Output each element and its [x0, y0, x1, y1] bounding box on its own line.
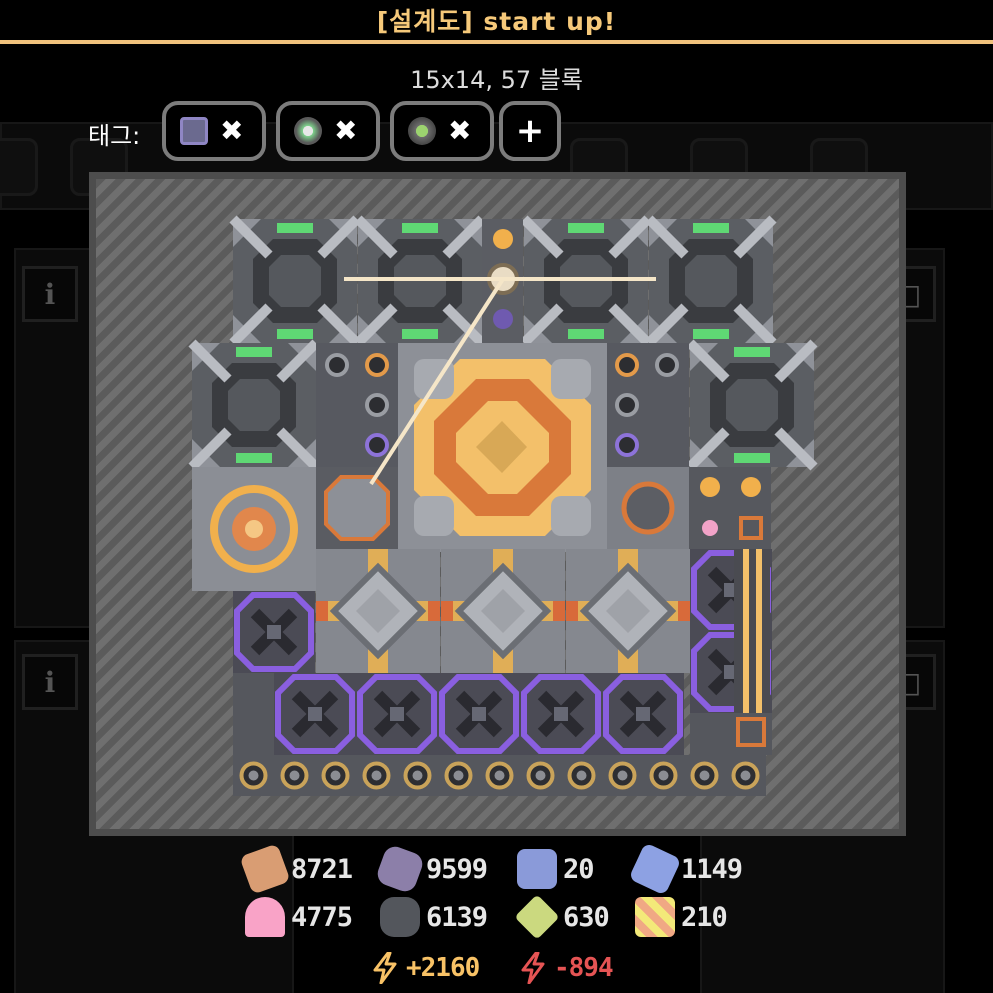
schematic-title: [설계도] start up! [376, 7, 617, 36]
schematic-size-info: 15x14, 57 블록 [410, 66, 583, 94]
schematic-image [96, 179, 899, 798]
plastanium-icon [514, 894, 560, 940]
background-slot [0, 138, 38, 196]
tag-chip[interactable]: ✖ [390, 101, 494, 161]
remove-tag-icon[interactable]: ✖ [334, 117, 357, 145]
requirement-value: 210 [681, 901, 728, 933]
requirement-value: 4775 [291, 901, 353, 933]
unit-icon [294, 117, 322, 145]
info-icon: i [22, 654, 78, 710]
remove-tag-icon[interactable]: ✖ [220, 117, 243, 145]
requirement-thorium: 4775 [245, 895, 353, 939]
lightning-icon [521, 952, 545, 984]
copper-icon [239, 843, 291, 895]
thorium-icon [245, 897, 285, 937]
tags-label: 태그: [88, 122, 141, 150]
title-bar: [설계도] start up! [0, 0, 993, 44]
tag-chip[interactable]: ✖ [162, 101, 266, 161]
remove-tag-icon[interactable]: ✖ [448, 117, 471, 145]
requirement-lead: 9599 [374, 843, 488, 895]
requirement-copper: 8721 [239, 843, 353, 895]
lead-icon [374, 843, 426, 895]
power-produced-value: +2160 [406, 953, 480, 983]
power-consumed: -894 [520, 950, 614, 986]
requirement-value: 630 [563, 901, 610, 933]
plastanium-icon [180, 117, 208, 145]
requirement-surge-alloy: 210 [635, 895, 728, 939]
requirement-silicon: 6139 [380, 895, 488, 939]
tag-chip[interactable]: ✖ [276, 101, 380, 161]
silicon-icon [380, 897, 420, 937]
metaglass-icon [517, 849, 557, 889]
titanium-icon [628, 842, 682, 896]
surge-alloy-icon [635, 897, 675, 937]
requirement-plastanium: 630 [514, 894, 610, 940]
schematic-preview[interactable] [89, 172, 906, 836]
requirement-metaglass: 20 [517, 847, 595, 891]
info-icon: i [22, 266, 78, 322]
lightning-icon [373, 952, 397, 984]
requirement-titanium: 1149 [628, 842, 743, 896]
requirement-value: 6139 [426, 901, 488, 933]
power-consumed-value: -894 [554, 953, 614, 983]
requirement-value: 1149 [681, 853, 743, 885]
bug-unit-icon [408, 117, 436, 145]
power-produced: +2160 [372, 950, 480, 986]
requirement-value: 20 [563, 853, 595, 885]
requirement-value: 8721 [291, 853, 353, 885]
requirement-value: 9599 [426, 853, 488, 885]
add-tag-button[interactable]: + [499, 101, 561, 161]
